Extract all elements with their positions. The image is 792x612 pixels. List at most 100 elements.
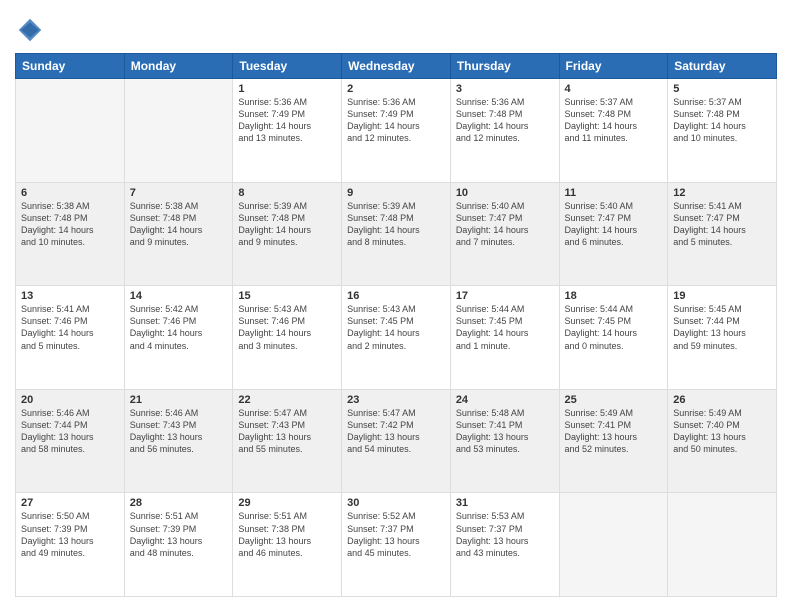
calendar-cell: 28Sunrise: 5:51 AM Sunset: 7:39 PM Dayli… — [124, 493, 233, 597]
day-info: Sunrise: 5:41 AM Sunset: 7:46 PM Dayligh… — [21, 303, 119, 352]
calendar-cell: 24Sunrise: 5:48 AM Sunset: 7:41 PM Dayli… — [450, 389, 559, 493]
day-number: 15 — [238, 290, 336, 302]
day-info: Sunrise: 5:36 AM Sunset: 7:48 PM Dayligh… — [456, 96, 554, 145]
day-info: Sunrise: 5:49 AM Sunset: 7:40 PM Dayligh… — [673, 407, 771, 456]
day-number: 9 — [347, 187, 445, 199]
calendar-week-row: 20Sunrise: 5:46 AM Sunset: 7:44 PM Dayli… — [16, 389, 777, 493]
calendar-cell: 15Sunrise: 5:43 AM Sunset: 7:46 PM Dayli… — [233, 286, 342, 390]
weekday-header-thursday: Thursday — [450, 54, 559, 79]
calendar-cell — [124, 79, 233, 183]
day-info: Sunrise: 5:44 AM Sunset: 7:45 PM Dayligh… — [456, 303, 554, 352]
weekday-header-wednesday: Wednesday — [342, 54, 451, 79]
weekday-header-row: SundayMondayTuesdayWednesdayThursdayFrid… — [16, 54, 777, 79]
calendar-cell: 6Sunrise: 5:38 AM Sunset: 7:48 PM Daylig… — [16, 182, 125, 286]
calendar-header: SundayMondayTuesdayWednesdayThursdayFrid… — [16, 54, 777, 79]
day-info: Sunrise: 5:46 AM Sunset: 7:43 PM Dayligh… — [130, 407, 228, 456]
weekday-header-sunday: Sunday — [16, 54, 125, 79]
day-info: Sunrise: 5:40 AM Sunset: 7:47 PM Dayligh… — [565, 200, 663, 249]
calendar-week-row: 13Sunrise: 5:41 AM Sunset: 7:46 PM Dayli… — [16, 286, 777, 390]
calendar-cell: 13Sunrise: 5:41 AM Sunset: 7:46 PM Dayli… — [16, 286, 125, 390]
day-info: Sunrise: 5:51 AM Sunset: 7:39 PM Dayligh… — [130, 510, 228, 559]
day-info: Sunrise: 5:53 AM Sunset: 7:37 PM Dayligh… — [456, 510, 554, 559]
day-number: 6 — [21, 187, 119, 199]
calendar-cell: 3Sunrise: 5:36 AM Sunset: 7:48 PM Daylig… — [450, 79, 559, 183]
calendar-cell: 20Sunrise: 5:46 AM Sunset: 7:44 PM Dayli… — [16, 389, 125, 493]
calendar-cell: 25Sunrise: 5:49 AM Sunset: 7:41 PM Dayli… — [559, 389, 668, 493]
calendar-cell: 22Sunrise: 5:47 AM Sunset: 7:43 PM Dayli… — [233, 389, 342, 493]
calendar-cell: 2Sunrise: 5:36 AM Sunset: 7:49 PM Daylig… — [342, 79, 451, 183]
day-number: 18 — [565, 290, 663, 302]
calendar-cell: 26Sunrise: 5:49 AM Sunset: 7:40 PM Dayli… — [668, 389, 777, 493]
logo — [15, 15, 49, 45]
calendar-cell: 18Sunrise: 5:44 AM Sunset: 7:45 PM Dayli… — [559, 286, 668, 390]
calendar-cell: 30Sunrise: 5:52 AM Sunset: 7:37 PM Dayli… — [342, 493, 451, 597]
day-number: 7 — [130, 187, 228, 199]
day-number: 25 — [565, 394, 663, 406]
page: SundayMondayTuesdayWednesdayThursdayFrid… — [0, 0, 792, 612]
calendar-cell: 29Sunrise: 5:51 AM Sunset: 7:38 PM Dayli… — [233, 493, 342, 597]
day-info: Sunrise: 5:36 AM Sunset: 7:49 PM Dayligh… — [238, 96, 336, 145]
day-number: 14 — [130, 290, 228, 302]
calendar-cell: 27Sunrise: 5:50 AM Sunset: 7:39 PM Dayli… — [16, 493, 125, 597]
day-info: Sunrise: 5:51 AM Sunset: 7:38 PM Dayligh… — [238, 510, 336, 559]
day-number: 1 — [238, 83, 336, 95]
calendar-cell: 23Sunrise: 5:47 AM Sunset: 7:42 PM Dayli… — [342, 389, 451, 493]
calendar-cell — [559, 493, 668, 597]
day-info: Sunrise: 5:45 AM Sunset: 7:44 PM Dayligh… — [673, 303, 771, 352]
day-info: Sunrise: 5:49 AM Sunset: 7:41 PM Dayligh… — [565, 407, 663, 456]
calendar-cell: 17Sunrise: 5:44 AM Sunset: 7:45 PM Dayli… — [450, 286, 559, 390]
day-info: Sunrise: 5:47 AM Sunset: 7:43 PM Dayligh… — [238, 407, 336, 456]
day-number: 28 — [130, 497, 228, 509]
day-number: 8 — [238, 187, 336, 199]
calendar-cell: 11Sunrise: 5:40 AM Sunset: 7:47 PM Dayli… — [559, 182, 668, 286]
day-number: 17 — [456, 290, 554, 302]
day-info: Sunrise: 5:37 AM Sunset: 7:48 PM Dayligh… — [673, 96, 771, 145]
day-info: Sunrise: 5:47 AM Sunset: 7:42 PM Dayligh… — [347, 407, 445, 456]
weekday-header-monday: Monday — [124, 54, 233, 79]
day-info: Sunrise: 5:37 AM Sunset: 7:48 PM Dayligh… — [565, 96, 663, 145]
calendar-cell: 31Sunrise: 5:53 AM Sunset: 7:37 PM Dayli… — [450, 493, 559, 597]
day-info: Sunrise: 5:52 AM Sunset: 7:37 PM Dayligh… — [347, 510, 445, 559]
day-number: 22 — [238, 394, 336, 406]
calendar-cell: 5Sunrise: 5:37 AM Sunset: 7:48 PM Daylig… — [668, 79, 777, 183]
day-info: Sunrise: 5:41 AM Sunset: 7:47 PM Dayligh… — [673, 200, 771, 249]
day-info: Sunrise: 5:38 AM Sunset: 7:48 PM Dayligh… — [21, 200, 119, 249]
day-number: 16 — [347, 290, 445, 302]
weekday-header-tuesday: Tuesday — [233, 54, 342, 79]
calendar-week-row: 1Sunrise: 5:36 AM Sunset: 7:49 PM Daylig… — [16, 79, 777, 183]
weekday-header-friday: Friday — [559, 54, 668, 79]
calendar-cell: 12Sunrise: 5:41 AM Sunset: 7:47 PM Dayli… — [668, 182, 777, 286]
calendar-cell: 10Sunrise: 5:40 AM Sunset: 7:47 PM Dayli… — [450, 182, 559, 286]
day-info: Sunrise: 5:48 AM Sunset: 7:41 PM Dayligh… — [456, 407, 554, 456]
calendar-cell: 14Sunrise: 5:42 AM Sunset: 7:46 PM Dayli… — [124, 286, 233, 390]
header — [15, 15, 777, 45]
day-info: Sunrise: 5:50 AM Sunset: 7:39 PM Dayligh… — [21, 510, 119, 559]
day-number: 30 — [347, 497, 445, 509]
day-number: 20 — [21, 394, 119, 406]
day-number: 13 — [21, 290, 119, 302]
calendar-body: 1Sunrise: 5:36 AM Sunset: 7:49 PM Daylig… — [16, 79, 777, 597]
calendar-cell: 16Sunrise: 5:43 AM Sunset: 7:45 PM Dayli… — [342, 286, 451, 390]
calendar-cell: 21Sunrise: 5:46 AM Sunset: 7:43 PM Dayli… — [124, 389, 233, 493]
day-number: 12 — [673, 187, 771, 199]
day-info: Sunrise: 5:39 AM Sunset: 7:48 PM Dayligh… — [347, 200, 445, 249]
day-info: Sunrise: 5:43 AM Sunset: 7:46 PM Dayligh… — [238, 303, 336, 352]
calendar-week-row: 27Sunrise: 5:50 AM Sunset: 7:39 PM Dayli… — [16, 493, 777, 597]
weekday-header-saturday: Saturday — [668, 54, 777, 79]
day-info: Sunrise: 5:36 AM Sunset: 7:49 PM Dayligh… — [347, 96, 445, 145]
calendar-cell — [16, 79, 125, 183]
calendar-week-row: 6Sunrise: 5:38 AM Sunset: 7:48 PM Daylig… — [16, 182, 777, 286]
day-number: 3 — [456, 83, 554, 95]
day-info: Sunrise: 5:40 AM Sunset: 7:47 PM Dayligh… — [456, 200, 554, 249]
day-number: 10 — [456, 187, 554, 199]
day-number: 29 — [238, 497, 336, 509]
calendar: SundayMondayTuesdayWednesdayThursdayFrid… — [15, 53, 777, 597]
calendar-cell — [668, 493, 777, 597]
day-number: 24 — [456, 394, 554, 406]
calendar-cell: 1Sunrise: 5:36 AM Sunset: 7:49 PM Daylig… — [233, 79, 342, 183]
day-number: 19 — [673, 290, 771, 302]
day-number: 26 — [673, 394, 771, 406]
day-info: Sunrise: 5:43 AM Sunset: 7:45 PM Dayligh… — [347, 303, 445, 352]
day-number: 31 — [456, 497, 554, 509]
day-info: Sunrise: 5:39 AM Sunset: 7:48 PM Dayligh… — [238, 200, 336, 249]
